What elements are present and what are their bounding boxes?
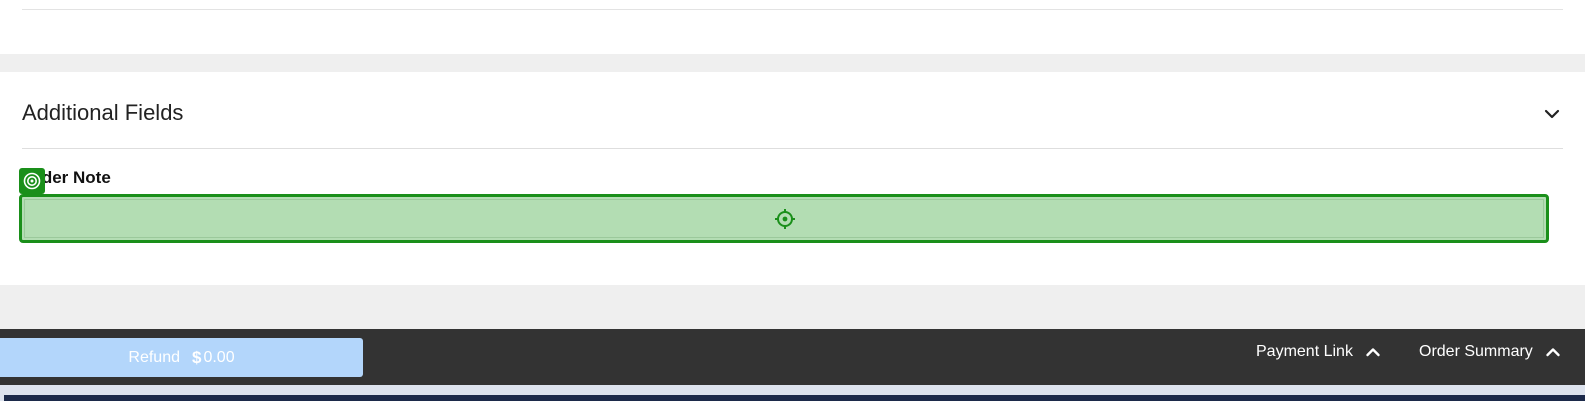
previous-section-card: [0, 0, 1585, 54]
chevron-down-icon[interactable]: [1543, 105, 1561, 123]
order-summary-button[interactable]: Order Summary: [1419, 343, 1561, 361]
section-title: Additional Fields: [22, 100, 184, 125]
additional-fields-section: Additional Fields Order Note: [0, 72, 1585, 285]
crosshair-icon: [774, 208, 796, 235]
payment-link-button[interactable]: Payment Link: [1256, 343, 1381, 361]
order-summary-label: Order Summary: [1419, 343, 1533, 360]
payment-link-label: Payment Link: [1256, 343, 1353, 360]
chevron-up-icon: [1366, 348, 1380, 357]
divider: [22, 148, 1563, 149]
order-note-field[interactable]: [19, 194, 1549, 243]
refund-label: Refund: [128, 348, 180, 366]
refund-currency: $: [191, 347, 202, 367]
chevron-up-icon: [1546, 348, 1560, 357]
order-note-label-text: der Note: [41, 168, 111, 187]
bottom-action-bar: Refund $ 0.00 Payment Link Order Summary: [0, 329, 1585, 385]
page-content-edge: [4, 395, 1585, 401]
divider: [22, 9, 1563, 10]
refund-amount: 0.00: [203, 348, 235, 366]
target-icon: [19, 168, 45, 194]
refund-button[interactable]: Refund $ 0.00: [0, 338, 363, 377]
